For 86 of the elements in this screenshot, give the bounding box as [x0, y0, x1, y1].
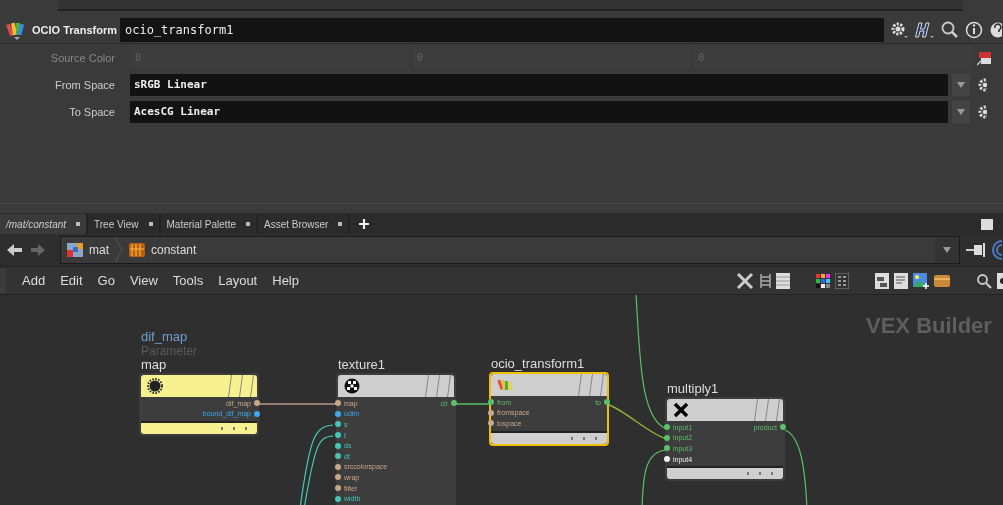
input-port[interactable] — [335, 410, 341, 417]
parameter-label: Source Color — [49, 51, 116, 64]
input-port[interactable] — [335, 421, 341, 428]
chevron-icon — [115, 237, 123, 263]
path-field[interactable]: mat constant — [60, 236, 960, 264]
menu-item[interactable]: View — [124, 273, 163, 288]
input-port[interactable] — [335, 453, 341, 460]
node-name: multiply1 — [667, 382, 719, 396]
input-port[interactable] — [664, 456, 670, 463]
multiply-icon — [673, 402, 689, 418]
palette-icon — [497, 377, 515, 393]
layout-icon[interactable] — [875, 272, 889, 289]
parameter-label: From Space — [54, 78, 116, 91]
input-port[interactable] — [488, 409, 494, 416]
color-palette-icon[interactable] — [816, 273, 830, 288]
node-name: map — [141, 358, 168, 372]
forward-arrow-icon[interactable] — [30, 242, 46, 258]
pin-icon[interactable] — [966, 242, 986, 258]
h-logo-icon[interactable] — [914, 20, 936, 40]
output-port[interactable] — [604, 399, 610, 406]
box-icon[interactable] — [934, 273, 950, 288]
input-port[interactable] — [664, 424, 670, 431]
output-port[interactable] — [451, 400, 457, 407]
output-port[interactable] — [780, 424, 786, 431]
menu-item[interactable]: Edit — [55, 273, 88, 288]
stripes-icon — [425, 375, 451, 397]
input-port[interactable] — [335, 463, 341, 470]
blocks-icon — [67, 243, 83, 257]
target-icon[interactable] — [992, 240, 1002, 260]
help-icon[interactable] — [988, 20, 1002, 40]
input-port[interactable] — [335, 474, 341, 481]
search-icon[interactable] — [940, 20, 960, 40]
output-port[interactable] — [254, 410, 260, 417]
eye-icon[interactable] — [997, 272, 1003, 289]
knob-icon — [147, 378, 163, 394]
image-add-icon[interactable] — [913, 272, 929, 289]
input-port[interactable] — [664, 434, 670, 441]
path-segment[interactable]: constant — [123, 243, 203, 257]
note-icon[interactable] — [894, 272, 908, 289]
stripes-icon — [228, 375, 254, 397]
input-port[interactable] — [335, 400, 341, 407]
grid-icon[interactable] — [835, 272, 849, 289]
dropdown-button[interactable] — [952, 73, 970, 96]
path-segment[interactable]: mat — [61, 243, 115, 257]
menu-item[interactable]: Go — [92, 273, 120, 288]
menu-item[interactable]: Add — [17, 273, 51, 288]
close-icon[interactable] — [76, 222, 81, 226]
pane-tab[interactable]: /mat/constant — [0, 214, 89, 234]
dropdown-button[interactable] — [935, 237, 959, 263]
maximize-icon[interactable] — [981, 218, 993, 230]
output-port[interactable] — [254, 400, 260, 407]
node-name: ocio_transform1 — [491, 357, 585, 371]
info-icon[interactable] — [964, 20, 984, 40]
caret-icon — [943, 247, 951, 253]
checker-ball-icon — [344, 378, 360, 394]
back-arrow-icon[interactable] — [6, 242, 24, 258]
node-type-label: OCIO Transform — [32, 24, 116, 36]
crate-icon — [129, 243, 145, 257]
input-port[interactable] — [488, 399, 494, 406]
input-port[interactable] — [335, 495, 341, 502]
menu-item[interactable]: Tools — [167, 273, 209, 288]
stripes-icon — [578, 374, 604, 396]
tools-icon[interactable] — [736, 271, 754, 290]
menu-item[interactable]: Layout — [213, 273, 263, 288]
input-port[interactable] — [335, 432, 341, 439]
close-icon[interactable] — [148, 222, 153, 226]
menu-field[interactable]: sRGB Linear — [130, 73, 948, 96]
node-name: texture1 — [338, 358, 385, 372]
dropdown-button[interactable] — [952, 100, 970, 123]
caret-icon — [957, 81, 965, 88]
input-port[interactable] — [335, 485, 341, 492]
node-name-field[interactable]: ocio_transform1 — [120, 18, 884, 42]
add-tab-icon[interactable] — [358, 218, 371, 230]
parameter-name: dif_map — [141, 330, 189, 344]
search-icon[interactable] — [976, 272, 992, 289]
close-icon[interactable] — [338, 222, 343, 226]
stripes-icon — [754, 399, 780, 421]
tree-icon[interactable] — [759, 272, 771, 289]
parameter-label: To Space — [68, 105, 116, 118]
caret-icon — [957, 108, 965, 115]
input-port[interactable] — [335, 442, 341, 449]
menu-field[interactable]: AcesCG Linear — [130, 100, 948, 123]
list-icon[interactable] — [776, 272, 790, 289]
input-port[interactable] — [488, 420, 494, 427]
input-port[interactable] — [664, 445, 670, 452]
menu-item[interactable]: Help — [267, 273, 304, 288]
